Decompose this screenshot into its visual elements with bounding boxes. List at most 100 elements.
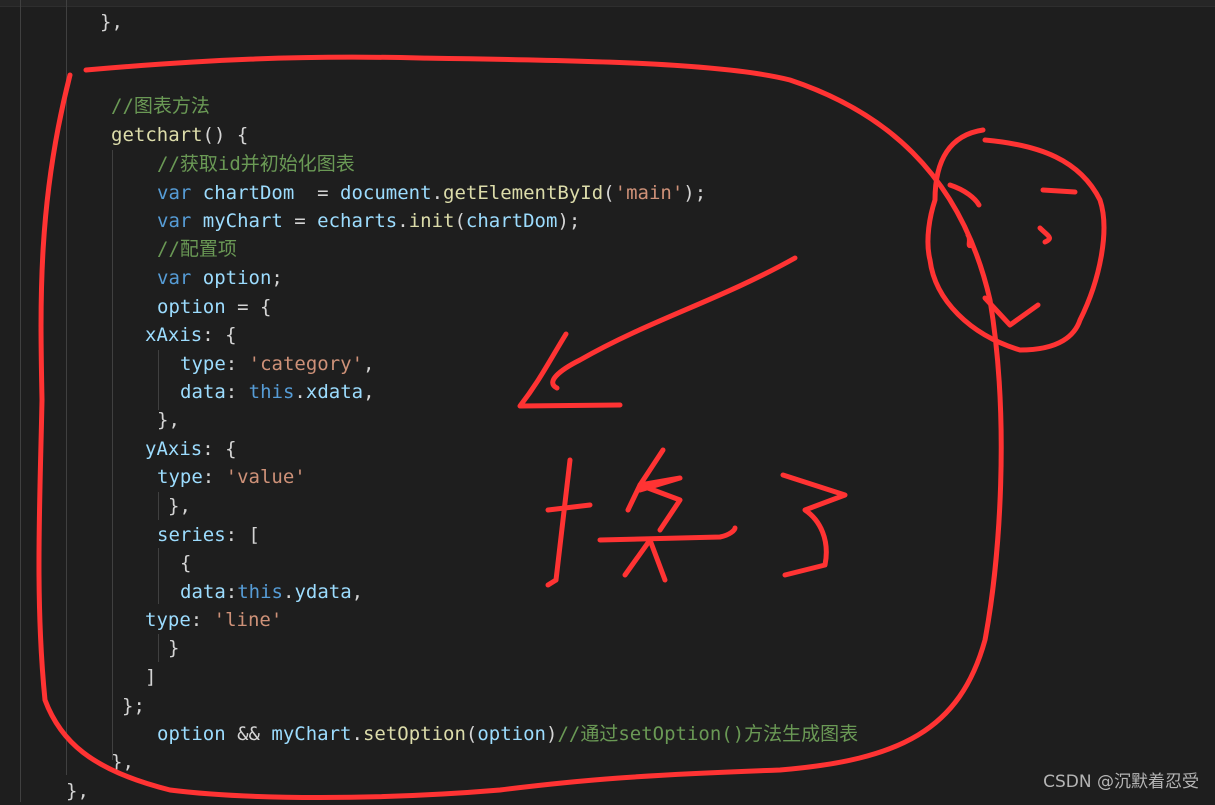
code-token: type: [157, 466, 203, 488]
code-token: ;: [271, 267, 283, 289]
code-line: option && myChart.setOption(option)//通过s…: [157, 720, 858, 748]
code-token: : [: [225, 524, 260, 546]
code-line: };: [122, 692, 145, 720]
code-token: }: [168, 637, 180, 659]
code-editor[interactable]: }, //图表方法 getchart() { //获取id并初始化图表 var …: [0, 0, 1215, 802]
code-token: this: [237, 581, 283, 603]
indent-guide: [66, 0, 67, 775]
code-token: option: [157, 296, 226, 318]
code-token: (: [603, 182, 615, 204]
indent-guide: [158, 634, 159, 662]
code-token: .: [431, 182, 444, 204]
code-token: (: [465, 723, 478, 745]
indent-guide: [158, 548, 159, 604]
code-token: =: [282, 210, 318, 232]
code-token: 'value': [225, 466, 306, 488]
code-token: :: [202, 466, 226, 488]
code-token: option: [477, 723, 546, 745]
code-line: var option;: [157, 264, 283, 292]
code-token: xdata: [305, 381, 364, 403]
code-token: .: [351, 723, 363, 745]
code-token: ,: [351, 581, 364, 603]
code-token: :: [190, 609, 214, 631]
code-token: :: [225, 381, 249, 403]
code-token: chartDom: [191, 182, 295, 204]
code-token: (: [454, 210, 466, 232]
code-token: {: [180, 552, 192, 574]
code-token: };: [122, 695, 145, 717]
code-token: ,: [363, 353, 375, 375]
code-token: var: [157, 182, 192, 204]
code-token: : {: [202, 438, 237, 460]
code-token: .: [294, 381, 306, 403]
code-line: ]: [145, 663, 156, 691]
code-line: },: [157, 406, 180, 434]
code-line: type: 'line': [145, 606, 282, 634]
code-token: },: [111, 751, 134, 773]
code-token: option: [157, 723, 226, 745]
code-token: yAxis: [145, 438, 203, 460]
code-token: type: [145, 609, 191, 631]
code-line: var myChart = echarts.init(chartDom);: [157, 207, 580, 235]
code-token: //配置项: [157, 238, 237, 260]
csdn-watermark: CSDN @沉默着忍受: [1043, 772, 1199, 792]
code-line: var chartDom = document.getElementById('…: [157, 179, 706, 207]
code-token: init: [408, 210, 455, 232]
code-token: &&: [225, 723, 272, 745]
code-token: getElementById: [443, 182, 604, 204]
code-line: },: [168, 492, 191, 520]
current-line-highlight: [0, 0, 1215, 7]
code-token: series: [157, 524, 226, 546]
code-token: : {: [202, 324, 237, 346]
code-line: //配置项: [157, 235, 237, 263]
code-line: //图表方法: [111, 92, 210, 120]
code-token: =: [294, 182, 341, 204]
code-line: type: 'value': [157, 463, 306, 491]
code-token: );: [557, 210, 581, 232]
code-line: series: [: [157, 521, 260, 549]
code-token: //获取id并初始化图表: [157, 153, 355, 175]
code-token: },: [100, 11, 123, 33]
code-token: var: [157, 267, 192, 289]
code-line: }: [168, 634, 179, 662]
code-token: ydata: [294, 581, 352, 603]
code-line: xAxis: {: [145, 321, 237, 349]
code-token: myChart: [191, 210, 283, 232]
code-line: },: [100, 8, 123, 36]
code-token: getchart: [111, 124, 203, 146]
code-line: yAxis: {: [145, 435, 237, 463]
code-token: option: [191, 267, 272, 289]
code-token: ]: [145, 666, 157, 688]
code-token: :: [225, 581, 238, 603]
code-token: 'line': [213, 609, 283, 631]
indent-guide: [158, 492, 159, 520]
code-token: myChart: [271, 723, 352, 745]
code-token: var: [157, 210, 192, 232]
code-line: //获取id并初始化图表: [157, 150, 355, 178]
code-token: ,: [363, 381, 375, 403]
indent-guide: [158, 350, 159, 410]
code-token: 'category': [248, 353, 364, 375]
code-token: },: [66, 780, 89, 802]
code-line: getchart() {: [111, 121, 248, 149]
code-line: data: this.xdata,: [180, 378, 375, 406]
code-line: {: [180, 549, 191, 577]
code-token: //图表方法: [111, 95, 210, 117]
code-line: type: 'category',: [180, 350, 375, 378]
code-token: },: [168, 495, 191, 517]
code-line: },: [111, 748, 134, 776]
code-token: :: [225, 353, 249, 375]
code-token: //通过setOption()方法生成图表: [557, 723, 859, 745]
code-token: () {: [202, 124, 249, 146]
code-token: this: [248, 381, 295, 403]
code-token: echarts: [317, 210, 398, 232]
indent-guide: [112, 150, 113, 760]
code-token: .: [397, 210, 409, 232]
code-token: 'main': [614, 182, 684, 204]
code-line: option = {: [157, 293, 271, 321]
code-token: ): [545, 723, 558, 745]
code-line: data:this.ydata,: [180, 578, 363, 606]
code-token: .: [282, 581, 295, 603]
code-token: = {: [225, 296, 272, 318]
code-token: data: [180, 381, 226, 403]
